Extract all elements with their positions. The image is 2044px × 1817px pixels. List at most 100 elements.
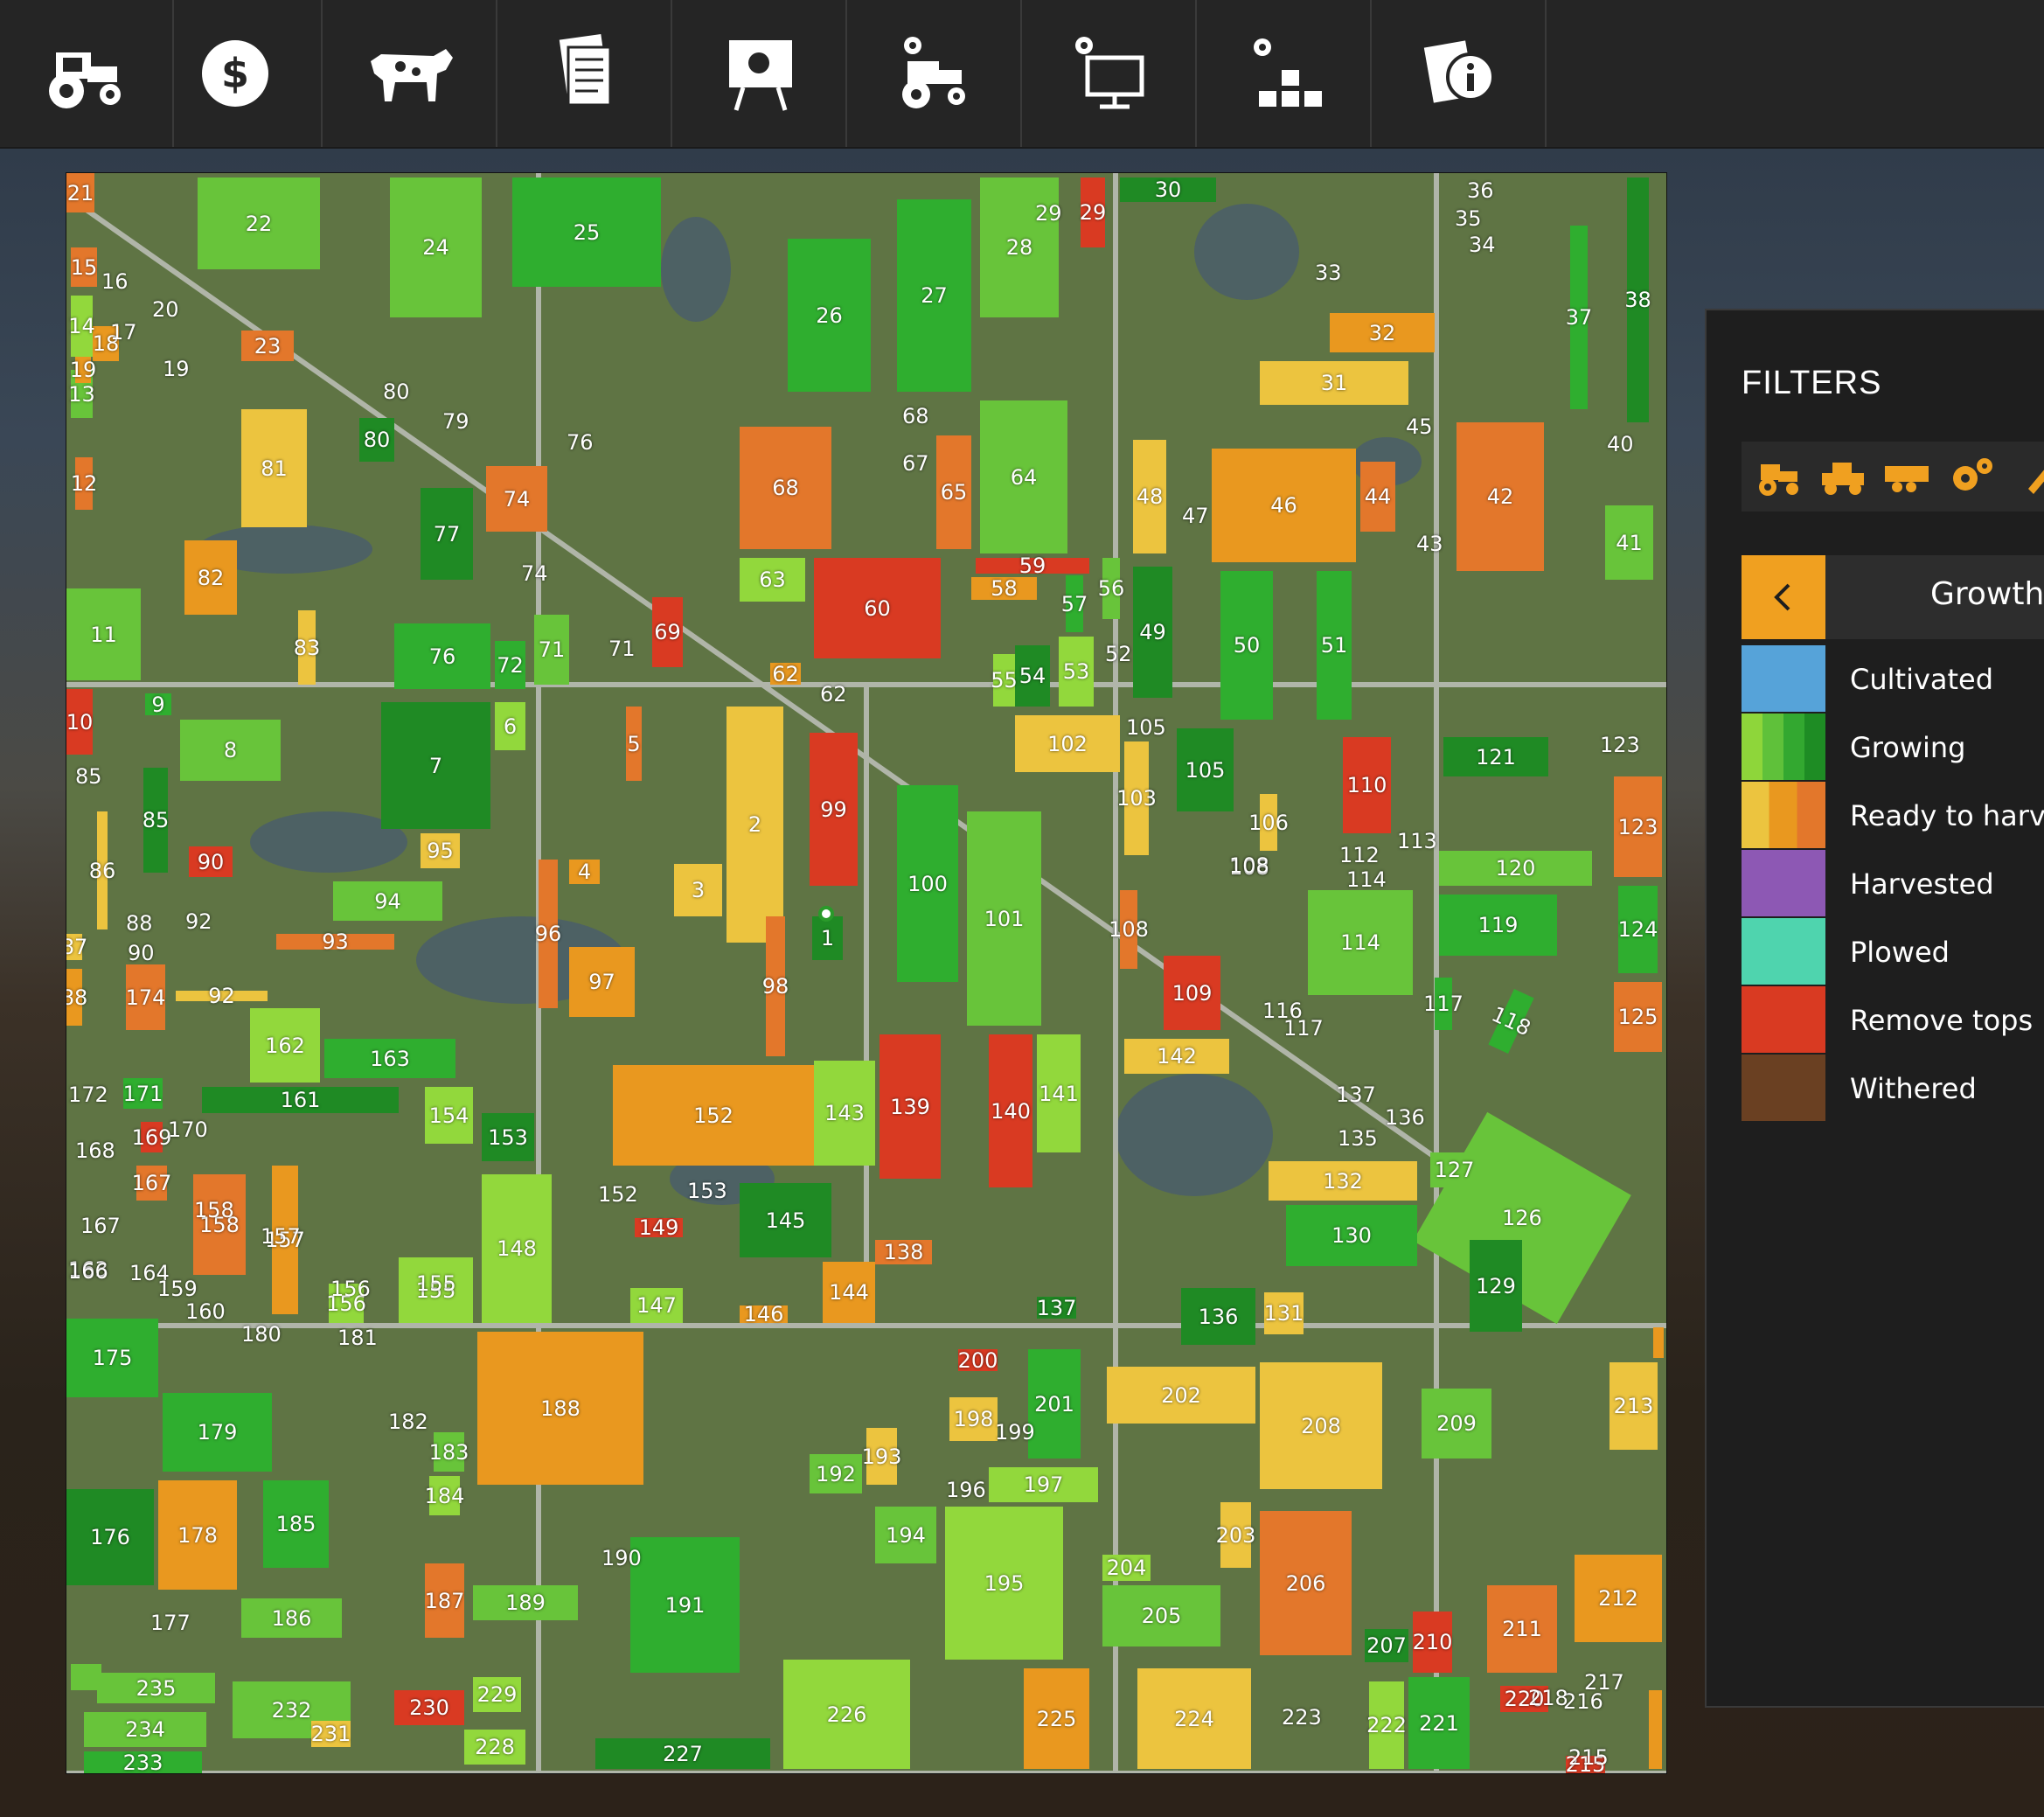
tab-statistics[interactable] xyxy=(673,0,847,147)
field-63[interactable]: 63 xyxy=(740,558,805,602)
tab-contracts[interactable] xyxy=(498,0,672,147)
field-23[interactable]: 23 xyxy=(241,331,294,361)
field-209[interactable]: 209 xyxy=(1422,1389,1491,1458)
tab-game-settings[interactable] xyxy=(1023,0,1197,147)
field-151[interactable]: 153 xyxy=(687,1179,727,1203)
field-55[interactable]: 55 xyxy=(991,654,1018,707)
field-144[interactable]: 144 xyxy=(823,1262,875,1323)
field-140[interactable]: 140 xyxy=(989,1034,1032,1187)
field-203[interactable]: 203 xyxy=(1216,1502,1255,1568)
field-121[interactable]: 121 xyxy=(1443,737,1548,776)
field-14[interactable]: 14 xyxy=(68,296,95,357)
field-184[interactable]: 184 xyxy=(425,1476,464,1515)
tab-general-settings[interactable] xyxy=(1198,0,1372,147)
field-edge-r[interactable] xyxy=(1653,1327,1664,1358)
tab-animals[interactable] xyxy=(323,0,497,147)
field-147[interactable]: 147 xyxy=(630,1288,683,1323)
field-6[interactable]: 6 xyxy=(495,702,525,750)
field-105[interactable]: 105 xyxy=(1177,728,1234,811)
field-170[interactable]: 170 xyxy=(168,1117,208,1142)
field-113[interactable]: 114 xyxy=(1346,867,1387,892)
field-158[interactable]: 158 xyxy=(193,1174,246,1275)
field-26[interactable]: 26 xyxy=(788,239,871,392)
field-222[interactable]: 222 xyxy=(1366,1681,1407,1769)
field-49[interactable]: 49 xyxy=(1133,567,1172,698)
field-53[interactable]: 53 xyxy=(1059,637,1094,707)
field-202[interactable]: 202 xyxy=(1107,1367,1255,1424)
field-171[interactable]: 171 xyxy=(123,1078,163,1109)
field-76[interactable]: 76 xyxy=(394,623,490,689)
field-150[interactable]: 152 xyxy=(598,1182,638,1207)
field-127[interactable]: 127 xyxy=(1430,1152,1478,1187)
field-231[interactable]: 231 xyxy=(311,1721,351,1747)
field-22[interactable]: 22 xyxy=(198,178,320,269)
field-190[interactable]: 190 xyxy=(601,1546,642,1570)
field-9[interactable]: 9 xyxy=(145,693,171,717)
field-213[interactable]: 213 xyxy=(1609,1362,1658,1450)
field-194[interactable]: 194 xyxy=(875,1507,936,1563)
field-2[interactable]: 2 xyxy=(727,707,783,943)
field-46[interactable]: 46 xyxy=(1212,449,1356,562)
field-124[interactable]: 124 xyxy=(1618,886,1658,973)
field-99[interactable]: 99 xyxy=(810,733,858,886)
field-64[interactable]: 64 xyxy=(980,400,1067,553)
field-38[interactable]: 38 xyxy=(1624,178,1651,422)
field-78[interactable]: 79 xyxy=(442,409,469,434)
field-92[interactable]: 92 xyxy=(176,984,268,1008)
field-57[interactable]: 57 xyxy=(1061,575,1088,632)
field-101[interactable]: 101 xyxy=(967,811,1041,1026)
field-134[interactable]: 136 xyxy=(1385,1105,1425,1130)
field-142[interactable]: 142 xyxy=(1124,1039,1229,1074)
field-11[interactable]: 11 xyxy=(66,588,141,680)
field-234[interactable]: 234 xyxy=(84,1712,206,1747)
field-93[interactable]: 93 xyxy=(276,929,394,954)
field-136[interactable]: 136 xyxy=(1181,1288,1255,1345)
field-40[interactable]: 40 xyxy=(1607,432,1634,456)
field-162[interactable]: 162 xyxy=(250,1008,320,1083)
field-207[interactable]: 207 xyxy=(1365,1629,1408,1662)
field-229[interactable]: 229 xyxy=(473,1677,521,1712)
field-29[interactable]: 29 xyxy=(1080,178,1106,247)
field-75[interactable]: 76 xyxy=(567,430,594,455)
field-106[interactable]: 106 xyxy=(1248,794,1289,851)
field-112[interactable]: 113 xyxy=(1397,829,1437,853)
field-225[interactable]: 225 xyxy=(1024,1668,1089,1769)
field-160[interactable]: 160 xyxy=(185,1299,226,1324)
field-86[interactable]: 86 xyxy=(89,811,115,929)
field-196[interactable]: 196 xyxy=(946,1478,986,1502)
field-15[interactable]: 15 xyxy=(71,247,97,287)
field-116[interactable]: 117 xyxy=(1283,1016,1324,1041)
field-224[interactable]: 224 xyxy=(1137,1668,1251,1769)
field-163[interactable]: 163 xyxy=(324,1039,455,1078)
field-60[interactable]: 60 xyxy=(814,558,941,658)
field-71[interactable]: 71 xyxy=(534,615,569,685)
category-back-button[interactable] xyxy=(1742,555,1825,639)
field-131[interactable]: 131 xyxy=(1264,1292,1304,1334)
field-148[interactable]: 148 xyxy=(482,1174,552,1323)
field-61[interactable]: 62 xyxy=(820,682,847,707)
field-34[interactable]: 34 xyxy=(1469,233,1496,257)
field-137[interactable]: 137 xyxy=(1037,1296,1077,1320)
field-103[interactable]: 103 xyxy=(1116,741,1157,855)
field-12[interactable]: 12 xyxy=(71,457,97,510)
field-123[interactable]: 123 xyxy=(1614,776,1662,877)
field-200[interactable]: 200 xyxy=(958,1348,998,1373)
field-70[interactable]: 71 xyxy=(608,637,636,661)
field-135[interactable]: 137 xyxy=(1336,1083,1376,1107)
field-58[interactable]: 58 xyxy=(971,576,1037,601)
field-143[interactable]: 143 xyxy=(814,1061,875,1166)
field-181[interactable]: 181 xyxy=(337,1326,378,1350)
field-191[interactable]: 191 xyxy=(630,1537,740,1673)
field-68[interactable]: 68 xyxy=(740,427,831,549)
field-175[interactable]: 175 xyxy=(66,1319,158,1397)
field-83[interactable]: 83 xyxy=(294,610,320,685)
field-210[interactable]: 210 xyxy=(1413,1612,1452,1673)
field-54[interactable]: 54 xyxy=(1015,645,1050,707)
field-110[interactable]: 110 xyxy=(1343,737,1391,833)
field-114[interactable]: 114 xyxy=(1308,890,1413,995)
field-161[interactable]: 161 xyxy=(202,1087,399,1113)
field-132[interactable]: 132 xyxy=(1269,1161,1417,1201)
field-66[interactable]: 67 xyxy=(902,451,929,476)
field-79[interactable]: 80 xyxy=(383,379,410,404)
field-48[interactable]: 48 xyxy=(1133,440,1166,553)
